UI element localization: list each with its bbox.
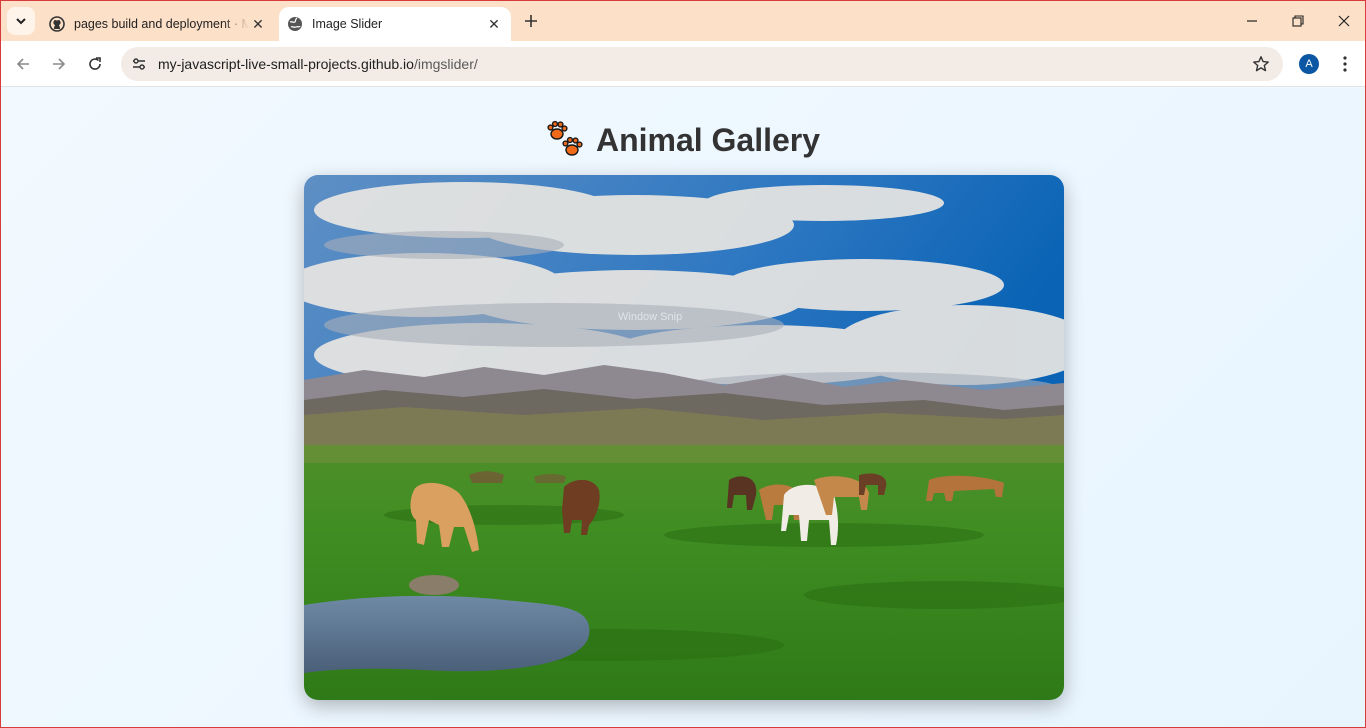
- image-slider[interactable]: Window Snip: [304, 175, 1064, 700]
- arrow-left-icon: [16, 58, 29, 70]
- site-info-button[interactable]: [127, 52, 151, 76]
- restore-icon: [1292, 15, 1304, 27]
- profile-avatar[interactable]: A: [1299, 54, 1319, 74]
- bookmark-button[interactable]: [1251, 54, 1271, 74]
- chevron-down-icon: [16, 18, 26, 25]
- back-button[interactable]: [7, 48, 39, 80]
- minimize-icon: [1247, 20, 1257, 22]
- plus-icon: [525, 15, 537, 27]
- forward-button[interactable]: [43, 48, 75, 80]
- browser-window: pages build and deployment · M ✕ Image S…: [0, 0, 1366, 728]
- browser-toolbar: my-javascript-live-small-projects.github…: [1, 41, 1365, 87]
- tab-pages-build[interactable]: pages build and deployment · M ✕: [41, 7, 275, 41]
- minimize-button[interactable]: [1229, 1, 1275, 41]
- address-bar[interactable]: my-javascript-live-small-projects.github…: [121, 47, 1283, 81]
- close-window-button[interactable]: [1321, 1, 1365, 41]
- close-icon[interactable]: ✕: [485, 15, 503, 33]
- tab-title: pages build and deployment · M: [74, 17, 249, 31]
- tab-title: Image Slider: [312, 17, 383, 31]
- page-content: Animal Gallery Window Snip: [1, 88, 1365, 727]
- more-vert-icon: [1343, 56, 1347, 72]
- star-icon: [1253, 56, 1269, 72]
- arrow-right-icon: [53, 58, 66, 70]
- url-host: my-javascript-live-small-projects.github…: [158, 56, 414, 72]
- overlay-text: Window Snip: [618, 311, 683, 323]
- close-icon: [1338, 15, 1350, 27]
- tab-strip: pages build and deployment · M ✕ Image S…: [1, 1, 1365, 41]
- paw-prints-icon: [547, 120, 583, 156]
- globe-icon: [287, 16, 303, 32]
- restore-button[interactable]: [1275, 1, 1321, 41]
- github-icon: [49, 16, 65, 32]
- menu-button[interactable]: [1335, 52, 1355, 76]
- url-path: /imgslider/: [413, 56, 478, 72]
- slide-image: [304, 175, 1064, 700]
- close-icon[interactable]: ✕: [249, 15, 267, 33]
- tune-icon: [133, 58, 145, 70]
- tab-search-button[interactable]: [7, 7, 35, 35]
- reload-button[interactable]: [79, 48, 111, 80]
- tab-image-slider[interactable]: Image Slider ✕: [279, 7, 511, 41]
- reload-icon: [89, 57, 101, 70]
- url-text[interactable]: my-javascript-live-small-projects.github…: [158, 56, 478, 72]
- new-tab-button[interactable]: [519, 9, 543, 33]
- page-title: Animal Gallery: [595, 121, 821, 158]
- gallery-heading: Animal Gallery: [1, 120, 1365, 160]
